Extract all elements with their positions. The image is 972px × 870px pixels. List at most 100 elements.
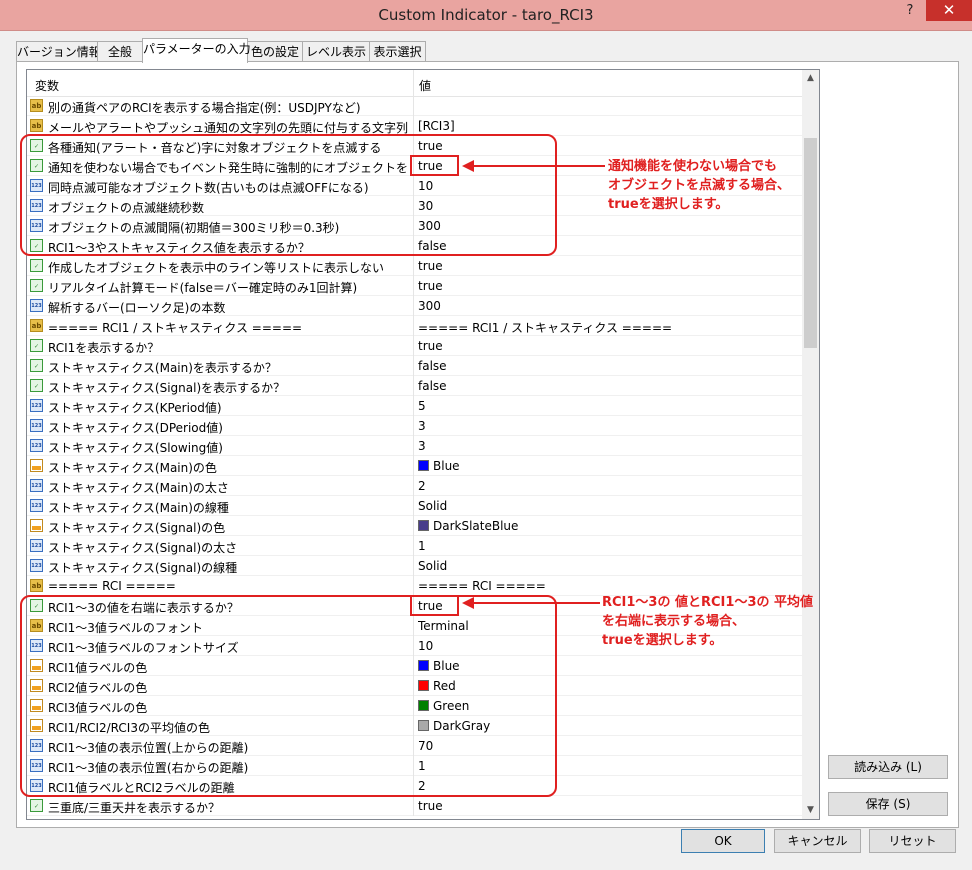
param-value-text: 1 — [418, 539, 426, 553]
grid-header: 変数 値 — [27, 70, 802, 97]
header-variable: 変数 — [35, 79, 60, 93]
param-value-text: Solid — [418, 559, 448, 573]
param-value[interactable]: true — [418, 259, 798, 273]
param-value[interactable]: true — [418, 799, 798, 813]
column-divider — [413, 796, 414, 816]
param-row[interactable]: ✓ RCI1を表示するか？ true — [27, 336, 802, 356]
tab-visualization[interactable]: 表示選択 — [369, 41, 426, 62]
param-row[interactable]: ab 別の通貨ペアのRCIを表示する場合指定(例：USDJPYなど) — [27, 96, 802, 116]
number-type-icon: 123 — [30, 559, 43, 572]
param-value[interactable]: 3 — [418, 419, 798, 433]
param-row[interactable]: ab メールやアラートやプッシュ通知の文字列の先頭に付与する文字列 [RCI3] — [27, 116, 802, 136]
header-divider[interactable] — [413, 70, 414, 96]
param-name: ストキャスティクス(Slowing値) — [48, 441, 223, 455]
tab-parameters[interactable]: パラメーターの入力 — [142, 38, 251, 63]
param-row[interactable]: ✓ ストキャスティクス(Main)を表示するか？ false — [27, 356, 802, 376]
param-row[interactable]: ab ===== RCI1 / ストキャスティクス ===== ===== RCI1… — [27, 316, 802, 336]
param-row[interactable]: ✓ 作成したオブジェクトを表示中のライン等リストに表示しない true — [27, 256, 802, 276]
param-name: ストキャスティクス(DPeriod値) — [48, 421, 223, 435]
param-name: ストキャスティクス(Signal)の太さ — [48, 541, 238, 555]
load-button[interactable]: 読み込み (L) — [828, 755, 948, 779]
param-value[interactable]: [RCI3] — [418, 119, 798, 133]
param-value[interactable]: ===== RCI ===== — [418, 579, 798, 593]
note1-line-1: 通知機能を使わない場合でも — [608, 159, 778, 174]
param-value[interactable]: false — [418, 379, 798, 393]
bool-type-icon: ✓ — [30, 379, 43, 392]
param-value-text: DarkSlateBlue — [433, 519, 519, 533]
reset-button[interactable]: リセット — [869, 829, 956, 853]
param-row[interactable]: ✓ 三重底/三重天井を表示するか？ true — [27, 796, 802, 816]
help-button[interactable]: ? — [895, 0, 925, 22]
string-type-icon: ab — [30, 99, 43, 112]
param-value[interactable]: DarkSlateBlue — [418, 519, 798, 533]
header-value: 値 — [419, 79, 432, 93]
param-row[interactable]: ✓ ストキャスティクス(Signal)を表示するか？ false — [27, 376, 802, 396]
column-divider — [413, 456, 414, 476]
param-row[interactable]: 123 ストキャスティクス(DPeriod値) 3 — [27, 416, 802, 436]
note2-line-2: を右端に表示する場合、 — [602, 614, 746, 629]
highlight-notify-group — [20, 134, 557, 256]
vertical-scrollbar[interactable]: ▲ ▼ — [802, 70, 819, 819]
string-type-icon: ab — [30, 579, 43, 592]
tab-levels[interactable]: レベル表示 — [302, 41, 370, 62]
param-row[interactable]: ✓ リアルタイム計算モード(false＝バー確定時のみ1回計算) true — [27, 276, 802, 296]
bool-type-icon: ✓ — [30, 359, 43, 372]
param-row[interactable]: 123 ストキャスティクス(Signal)の太さ 1 — [27, 536, 802, 556]
param-value[interactable]: Solid — [418, 559, 798, 573]
column-divider — [413, 316, 414, 336]
note1-line-2: オブジェクトを点滅する場合、 — [608, 178, 791, 193]
close-button[interactable]: ✕ — [926, 0, 972, 21]
param-value[interactable]: ===== RCI1 / ストキャスティクス ===== — [418, 319, 798, 336]
param-row[interactable]: 123 ストキャスティクス(Main)の太さ 2 — [27, 476, 802, 496]
bool-type-icon: ✓ — [30, 259, 43, 272]
param-name: RCI1を表示するか？ — [48, 341, 160, 355]
ok-button[interactable]: OK — [681, 829, 765, 853]
column-divider — [413, 576, 414, 596]
scroll-down-icon[interactable]: ▼ — [802, 802, 819, 819]
param-row[interactable]: ストキャスティクス(Signal)の色 DarkSlateBlue — [27, 516, 802, 536]
param-name: ストキャスティクス(Signal)の色 — [48, 521, 226, 535]
scroll-up-icon[interactable]: ▲ — [802, 70, 819, 87]
column-divider — [413, 416, 414, 436]
column-divider — [413, 356, 414, 376]
cancel-button[interactable]: キャンセル — [774, 829, 861, 853]
number-type-icon: 123 — [30, 439, 43, 452]
tab-colors[interactable]: 色の設定 — [247, 41, 303, 62]
number-type-icon: 123 — [30, 419, 43, 432]
highlight-rci-group — [20, 595, 557, 797]
note2-line-1: RCI1～3の 値とRCI1～3の 平均値 — [602, 595, 814, 610]
param-value-text: false — [418, 379, 447, 393]
scroll-thumb[interactable] — [804, 138, 817, 348]
param-value[interactable]: 2 — [418, 479, 798, 493]
column-divider — [413, 116, 414, 136]
param-value[interactable]: 5 — [418, 399, 798, 413]
bool-type-icon: ✓ — [30, 799, 43, 812]
param-name: 解析するバー(ローソク足)の本数 — [48, 301, 226, 315]
save-button[interactable]: 保存 (S) — [828, 792, 948, 816]
param-row[interactable]: 123 解析するバー(ローソク足)の本数 300 — [27, 296, 802, 316]
param-value[interactable]: true — [418, 339, 798, 353]
param-value-text: 3 — [418, 419, 426, 433]
color-swatch — [418, 520, 429, 531]
param-row[interactable]: ストキャスティクス(Main)の色 Blue — [27, 456, 802, 476]
window-title: Custom Indicator - taro_RCI3 — [378, 6, 594, 24]
param-name: ===== RCI ===== — [48, 579, 176, 593]
annotation-note-2: RCI1～3の 値とRCI1～3の 平均値 を右端に表示する場合、 trueを選… — [602, 593, 813, 650]
param-value[interactable]: Blue — [418, 459, 798, 473]
highlight-notify-value — [410, 155, 459, 176]
param-value[interactable]: 300 — [418, 299, 798, 313]
param-value[interactable]: false — [418, 359, 798, 373]
tab-version-info[interactable]: バージョン情報 — [16, 41, 101, 62]
param-value[interactable]: 3 — [418, 439, 798, 453]
column-divider — [413, 276, 414, 296]
param-row[interactable]: 123 ストキャスティクス(KPeriod値) 5 — [27, 396, 802, 416]
param-row[interactable]: 123 ストキャスティクス(Main)の線種 Solid — [27, 496, 802, 516]
param-value-text: true — [418, 799, 443, 813]
param-value[interactable]: Solid — [418, 499, 798, 513]
param-row[interactable]: 123 ストキャスティクス(Slowing値) 3 — [27, 436, 802, 456]
param-value-text: ===== RCI ===== — [418, 579, 546, 593]
param-value[interactable]: true — [418, 279, 798, 293]
param-value[interactable]: 1 — [418, 539, 798, 553]
param-row[interactable]: 123 ストキャスティクス(Signal)の線種 Solid — [27, 556, 802, 576]
tab-general[interactable]: 全般 — [97, 41, 143, 62]
